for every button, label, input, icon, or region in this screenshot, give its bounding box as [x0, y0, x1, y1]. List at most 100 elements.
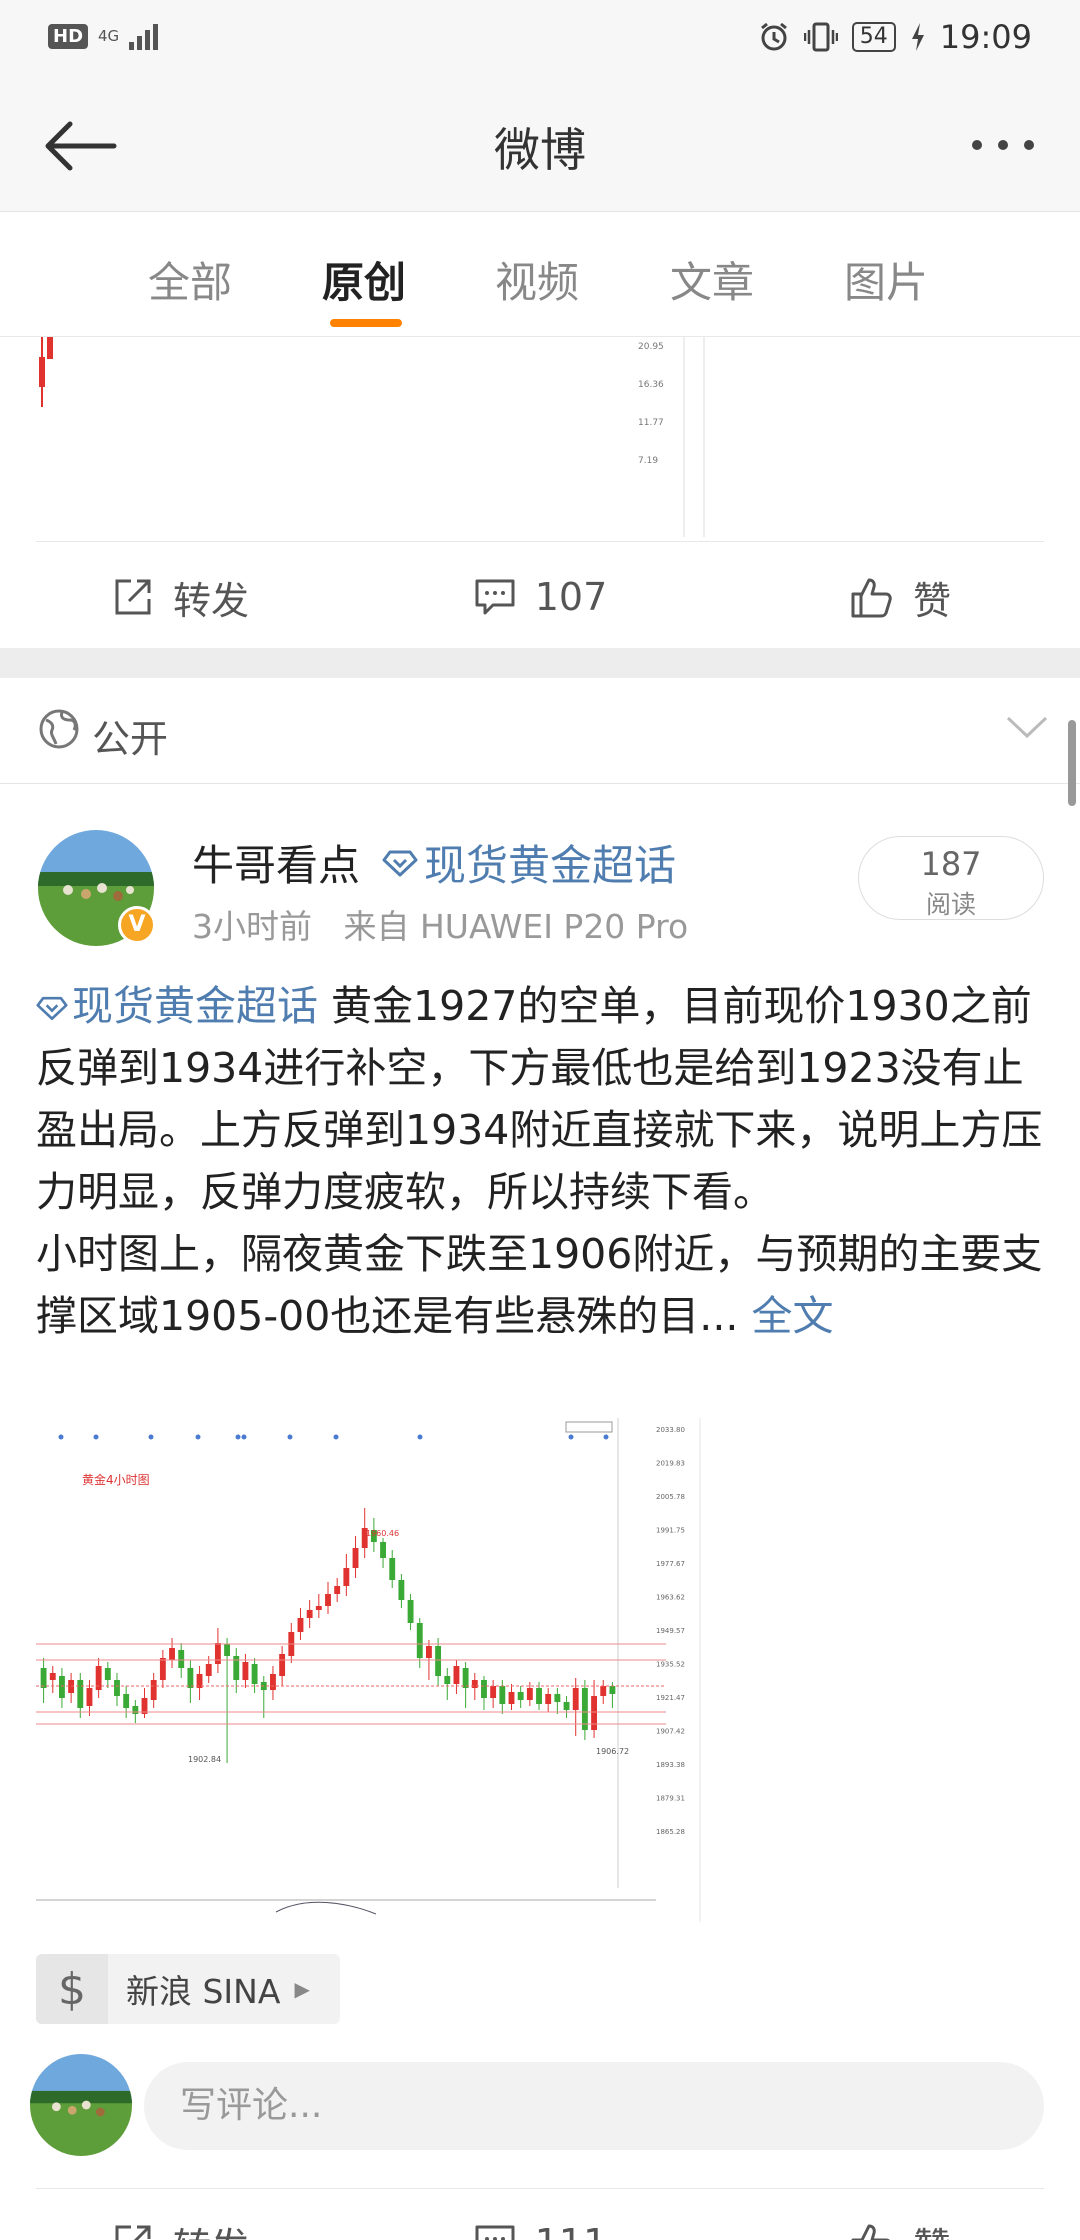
post-image[interactable]: 黄金4小时图 2033.80 2019.83 2005.78 1991.75 1977.… — [36, 1418, 704, 1922]
chart-title: 黄金4小时图 — [82, 1472, 150, 1487]
more-dot-icon — [1024, 140, 1034, 150]
candle-body — [132, 1706, 139, 1714]
candle-body — [425, 1646, 432, 1658]
comment-button[interactable]: 107 — [360, 542, 720, 652]
price-axis-label: 1977.67 — [656, 1560, 685, 1568]
prev-post-image[interactable]: 20.95 16.36 11.77 7.19 — [36, 337, 1044, 542]
tab-all[interactable]: 全部 — [148, 249, 232, 310]
verified-badge-icon: V — [118, 906, 156, 944]
visibility-row[interactable]: 公开 — [0, 678, 1080, 784]
comment-input[interactable]: 写评论... — [144, 2062, 1044, 2150]
tick-label: 16.36 — [638, 380, 664, 390]
candle-body — [481, 1680, 487, 1698]
candle-body — [279, 1654, 286, 1676]
tab-images[interactable]: 图片 — [844, 249, 928, 310]
candle-body — [600, 1686, 607, 1696]
tab-video[interactable]: 视频 — [495, 249, 579, 310]
author-name[interactable]: 牛哥看点 — [192, 832, 360, 893]
status-bar: HD 4G 54 19:09 — [0, 0, 1080, 80]
candle-body — [315, 1606, 322, 1610]
post-source-device: 来自 HUAWEI P20 Pro — [343, 907, 689, 946]
candle-body — [536, 1688, 542, 1704]
avatar-image — [30, 2054, 132, 2156]
candle-body — [59, 1676, 65, 1698]
candle-body — [178, 1650, 185, 1668]
more-dot-icon — [998, 140, 1008, 150]
tick-label: 20.95 — [638, 342, 664, 352]
thumbs-up-icon — [851, 2224, 890, 2240]
status-right: 54 19:09 — [758, 18, 1032, 56]
tab-article[interactable]: 文章 — [670, 249, 754, 310]
candle-body — [435, 1646, 442, 1676]
candle-body — [77, 1680, 84, 1708]
charging-icon — [911, 23, 924, 51]
nav-bar: 微博 — [0, 80, 1080, 212]
repost-button[interactable]: 转发 — [0, 2188, 360, 2240]
caret-right-icon: ▶ — [294, 1977, 310, 2001]
network-type: 4G — [98, 27, 120, 45]
comment-count: 107 — [534, 575, 608, 619]
candle-body — [251, 1664, 258, 1684]
high-price-label: 1960.46 — [366, 1529, 399, 1538]
read-count-badge: 187 阅读 — [858, 836, 1044, 920]
candle-body — [334, 1586, 341, 1594]
candle-body — [554, 1694, 561, 1702]
candle — [39, 357, 45, 387]
source-label: 新浪 SINA — [126, 1972, 281, 2011]
super-topic-link[interactable]: 现货黄金超话 — [382, 832, 676, 893]
candle-body — [114, 1680, 120, 1696]
candle-body — [517, 1692, 524, 1700]
candle-body — [572, 1688, 579, 1710]
comment-button[interactable]: 111 — [360, 2188, 720, 2240]
diamond-icon — [382, 850, 418, 876]
candle-body — [563, 1702, 570, 1710]
post-actions: 转发 111 赞 — [0, 2188, 1080, 2240]
comment-count: 111 — [535, 2221, 608, 2240]
post-body: 现货黄金超话 黄金1927的空单，目前现价1930之前反弹到1934进行补空，下… — [36, 975, 1046, 1347]
price-axis-label: 1935.52 — [656, 1661, 685, 1669]
candle-body — [499, 1686, 506, 1704]
full-text-link[interactable]: 全文 — [751, 1292, 833, 1340]
like-label: 赞 — [912, 578, 951, 623]
candle-body — [187, 1668, 194, 1688]
more-dot-icon — [972, 140, 982, 150]
filter-tabs: 全部 原创 视频 文章 图片 — [0, 213, 1080, 337]
candle-body — [297, 1618, 304, 1632]
candle-body — [407, 1600, 414, 1623]
tab-original[interactable]: 原创 — [322, 249, 406, 310]
like-button[interactable]: 赞 — [720, 542, 1080, 652]
repost-button[interactable]: 转发 — [0, 542, 360, 652]
more-options-button[interactable] — [954, 130, 1034, 160]
tick-label: 7.19 — [638, 456, 658, 466]
source-tag[interactable]: $ 新浪 SINA ▶ — [36, 1954, 340, 2024]
candle-body — [343, 1568, 350, 1586]
candle-body — [471, 1680, 478, 1688]
signal-icon — [129, 22, 159, 50]
alarm-icon — [760, 22, 787, 51]
my-avatar[interactable] — [30, 2054, 132, 2156]
post-separator — [0, 648, 1080, 678]
tick-label: 11.77 — [638, 418, 664, 428]
tab-active-indicator — [330, 319, 402, 327]
price-axis-label: 1879.31 — [656, 1795, 685, 1803]
candle-body — [306, 1610, 313, 1618]
candle-body — [490, 1686, 497, 1698]
like-label: 赞 — [913, 2216, 951, 2240]
scrollbar[interactable] — [1068, 720, 1076, 806]
price-axis-label: 2005.78 — [656, 1493, 685, 1501]
price-axis-label: 1963.62 — [656, 1594, 685, 1602]
like-button[interactable]: 赞 — [720, 2188, 1080, 2240]
price-axis-label: 1991.75 — [656, 1527, 685, 1535]
candle-body — [86, 1688, 93, 1706]
thumbs-up-icon — [851, 578, 892, 618]
comment-icon — [475, 579, 515, 615]
candle-body — [398, 1580, 405, 1600]
page-title: 微博 — [494, 123, 586, 177]
candle-body — [242, 1662, 249, 1680]
candle — [47, 337, 53, 359]
price-axis-label: 1921.47 — [656, 1694, 685, 1702]
read-label: 阅读 — [925, 890, 976, 919]
prev-post-actions: 转发 107 赞 — [0, 542, 1080, 652]
chevron-down-icon[interactable] — [1004, 712, 1050, 742]
inline-super-topic-link[interactable]: 现货黄金超话 — [36, 982, 318, 1030]
